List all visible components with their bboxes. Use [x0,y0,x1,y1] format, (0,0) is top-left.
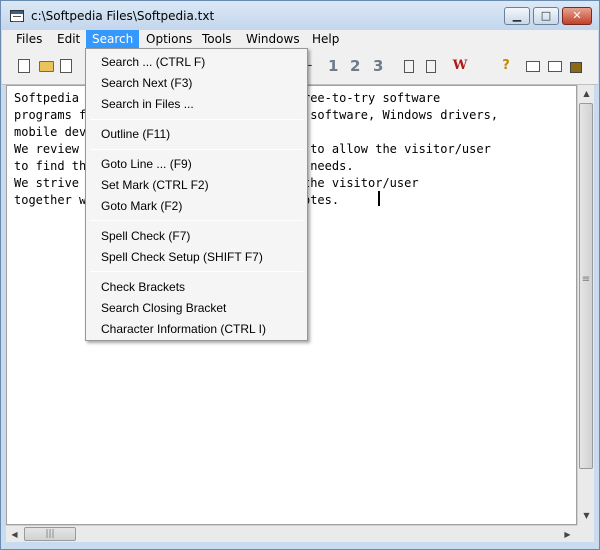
app-window: c:\Softpedia Files\Softpedia.txt ▁ □ ✕ F… [0,0,600,550]
toolbar-button-1[interactable]: 1 [328,57,338,75]
new-file-icon[interactable] [18,59,30,73]
toolbar-button-3[interactable]: 3 [373,57,383,75]
vertical-scroll-thumb[interactable] [579,103,593,469]
vertical-scrollbar[interactable]: ▲ ▼ [577,85,594,525]
scroll-down-icon[interactable]: ▼ [578,507,595,524]
menu-bar: Files Edit Search Options Tools Windows … [2,30,598,49]
close-button[interactable]: ✕ [562,7,592,25]
minimize-icon: ▁ [512,9,522,22]
editor-line: mobile dev [14,125,87,139]
print-preview-icon[interactable] [60,59,72,73]
horizontal-scroll-thumb[interactable]: ||| [24,527,76,541]
menu-item-check-brackets[interactable]: Check Brackets [86,277,307,298]
toolbar-button-2[interactable]: 2 [350,57,360,75]
scroll-left-icon[interactable]: ◀ [6,526,23,543]
maximize-button[interactable]: □ [533,7,559,25]
menu-item-set-mark[interactable]: Set Mark (CTRL F2) [86,175,307,196]
title-bar[interactable]: c:\Softpedia Files\Softpedia.txt ▁ □ ✕ [1,1,599,30]
menu-item-spell-check-setup[interactable]: Spell Check Setup (SHIFT F7) [86,247,307,268]
scroll-right-icon[interactable]: ▶ [559,526,576,543]
window-title: c:\Softpedia Files\Softpedia.txt [31,9,215,23]
menu-files[interactable]: Files [10,30,48,49]
menu-item-goto-line[interactable]: Goto Line ... (F9) [86,154,307,175]
menu-item-search-next[interactable]: Search Next (F3) [86,73,307,94]
maximize-icon: □ [540,9,552,22]
menu-windows[interactable]: Windows [240,30,306,49]
menu-edit[interactable]: Edit [51,30,86,49]
bookmark-icon[interactable] [426,60,436,73]
open-folder-icon[interactable] [39,61,54,72]
scrollbar-corner [577,525,594,542]
spell-check-icon[interactable]: W [452,58,468,74]
menu-item-search[interactable]: Search ... (CTRL F) [86,52,307,73]
menu-item-goto-mark[interactable]: Goto Mark (F2) [86,196,307,217]
menu-tools[interactable]: Tools [196,30,238,49]
help-icon[interactable]: ? [498,58,514,74]
close-icon: ✕ [572,9,582,22]
menu-options[interactable]: Options [140,30,198,49]
tile-windows-icon[interactable] [548,61,562,72]
text-caret [378,191,380,206]
menu-item-outline[interactable]: Outline (F11) [86,124,307,145]
minimize-button[interactable]: ▁ [504,7,530,25]
menu-help[interactable]: Help [306,30,345,49]
menu-item-character-information[interactable]: Character Information (CTRL I) [86,319,307,340]
cascade-windows-icon[interactable] [526,61,540,72]
scroll-up-icon[interactable]: ▲ [578,85,595,102]
menu-separator [90,149,303,150]
lock-icon[interactable] [570,62,582,73]
menu-search[interactable]: Search [86,30,140,49]
list-icon[interactable] [404,60,414,73]
search-menu-dropdown: Search ... (CTRL F) Search Next (F3) Sea… [85,48,308,341]
menu-item-spell-check[interactable]: Spell Check (F7) [86,226,307,247]
menu-separator [90,119,303,120]
menu-item-search-closing-bracket[interactable]: Search Closing Bracket [86,298,307,319]
menu-separator [90,271,303,272]
menu-item-search-in-files[interactable]: Search in Files ... [86,94,307,115]
app-icon[interactable] [10,10,24,22]
horizontal-scrollbar[interactable]: ◀ ||| ▶ [6,525,577,542]
menu-separator [90,220,303,221]
